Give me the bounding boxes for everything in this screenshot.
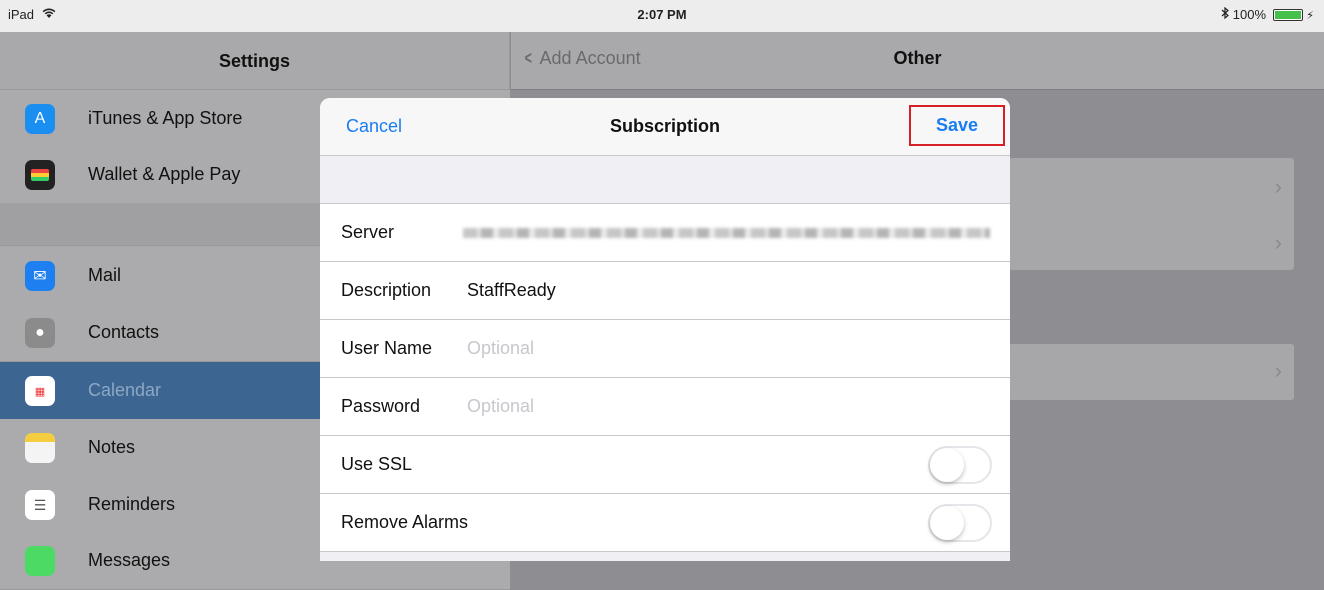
detail-group: › › [1009, 158, 1294, 270]
detail-title: Other [893, 48, 942, 68]
password-field[interactable] [467, 390, 967, 422]
use-ssl-toggle[interactable] [928, 446, 992, 484]
wallet-icon [25, 160, 55, 190]
save-button[interactable]: Save [909, 105, 1005, 146]
remove-alarms-row: Remove Alarms [320, 494, 1010, 552]
remove-alarms-toggle[interactable] [928, 504, 992, 542]
detail-navbar: < Add Account Other [511, 32, 1324, 90]
chevron-right-icon: › [1274, 358, 1282, 383]
contacts-icon: ● [25, 318, 55, 348]
settings-item-label: Calendar [88, 380, 162, 400]
use-ssl-label: Use SSL [341, 454, 413, 474]
settings-item-label: Notes [88, 437, 136, 457]
modal-navbar: Cancel Subscription Save [320, 98, 1010, 156]
username-row[interactable]: User Name [320, 320, 1010, 378]
use-ssl-row: Use SSL [320, 436, 1010, 494]
status-bar: iPad 2:07 PM 100% ⚡ [0, 0, 1324, 32]
password-row[interactable]: Password [320, 378, 1010, 436]
description-row[interactable]: Description StaffReady [320, 262, 1010, 320]
battery-percent: 100% [1232, 7, 1267, 22]
username-label: User Name [341, 338, 433, 358]
status-time: 2:07 PM [637, 7, 687, 22]
calendar-icon: ▦ [25, 376, 55, 406]
section-gap [320, 156, 1010, 204]
mail-icon: ✉ [25, 261, 55, 291]
server-label: Server [341, 222, 395, 242]
chevron-right-icon: › [1274, 174, 1282, 199]
settings-item-label: iTunes & App Store [88, 108, 243, 128]
app-store-icon: A [25, 104, 55, 134]
settings-item-label: Mail [88, 265, 122, 285]
username-field[interactable] [467, 332, 967, 364]
battery-icon [1272, 9, 1303, 21]
detail-group: › [1009, 344, 1294, 400]
charging-icon: ⚡ [1306, 10, 1314, 22]
settings-title: Settings [0, 32, 509, 90]
messages-icon [25, 546, 55, 576]
subscription-modal: Cancel Subscription Save Server Descript… [320, 98, 1010, 561]
reminders-icon: ☰ [25, 490, 55, 520]
settings-item-label: Contacts [88, 322, 160, 342]
settings-item-label: Reminders [88, 494, 176, 514]
modal-title: Subscription [609, 116, 720, 136]
server-row[interactable]: Server [320, 204, 1010, 262]
description-label: Description [341, 280, 432, 300]
remove-alarms-label: Remove Alarms [341, 512, 469, 532]
bluetooth-icon [1221, 6, 1233, 22]
description-value[interactable]: StaffReady [467, 280, 556, 301]
server-value-redacted[interactable] [463, 228, 990, 238]
password-label: Password [341, 396, 421, 416]
chevron-right-icon: › [1274, 230, 1282, 255]
notes-icon [25, 433, 55, 463]
settings-item-label: Wallet & Apple Pay [88, 164, 241, 184]
